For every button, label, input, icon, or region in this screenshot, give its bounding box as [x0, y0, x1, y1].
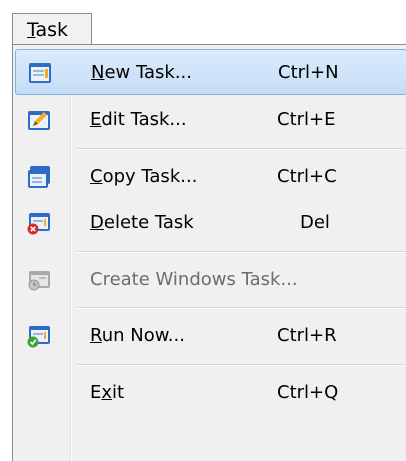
menu-separator — [77, 148, 406, 150]
menu-task-label: ask — [35, 19, 69, 41]
menu-item-delete-task[interactable]: Delete Task Del — [15, 200, 406, 246]
copy-task-label: Copy Task... — [90, 166, 198, 187]
create-windows-task-label: Create Windows Task... — [90, 269, 298, 290]
run-now-icon — [27, 326, 50, 348]
copy-task-icon — [28, 166, 50, 188]
menu-item-create-windows-task[interactable]: Create Windows Task... — [15, 257, 406, 303]
new-task-label: New Task... — [91, 62, 192, 83]
menu-item-new-task[interactable]: New Task... Ctrl+N — [15, 49, 406, 95]
edit-task-label: Edit Task... — [90, 109, 187, 130]
run-now-shortcut: Ctrl+R — [277, 325, 337, 346]
task-dropdown-menu: New Task... Ctrl+N Edit Task... Ctrl+E C… — [12, 44, 406, 461]
delete-task-label: Delete Task — [90, 212, 194, 233]
menu-task-tab[interactable]: Task — [12, 13, 92, 45]
menu-item-exit[interactable]: Exit Ctrl+Q — [15, 370, 406, 416]
windows-task-icon — [28, 271, 50, 291]
new-task-icon — [29, 63, 51, 83]
exit-shortcut: Ctrl+Q — [277, 382, 339, 403]
delete-task-icon — [27, 213, 50, 235]
screen: Task New Task... Ctrl+N Edit Task... Ctr… — [0, 0, 406, 461]
menu-item-run-now[interactable]: Run Now... Ctrl+R — [15, 313, 406, 359]
menu-item-edit-task[interactable]: Edit Task... Ctrl+E — [15, 97, 406, 143]
run-now-label: Run Now... — [90, 325, 185, 346]
menu-item-copy-task[interactable]: Copy Task... Ctrl+C — [15, 154, 406, 200]
delete-task-shortcut: Del — [300, 212, 330, 233]
edit-task-icon — [28, 111, 50, 130]
new-task-shortcut: Ctrl+N — [278, 62, 339, 83]
edit-task-shortcut: Ctrl+E — [277, 109, 336, 130]
copy-task-shortcut: Ctrl+C — [277, 166, 337, 187]
menu-separator — [77, 251, 406, 253]
menu-separator — [77, 307, 406, 309]
exit-label: Exit — [90, 382, 125, 403]
menu-separator — [77, 364, 406, 366]
